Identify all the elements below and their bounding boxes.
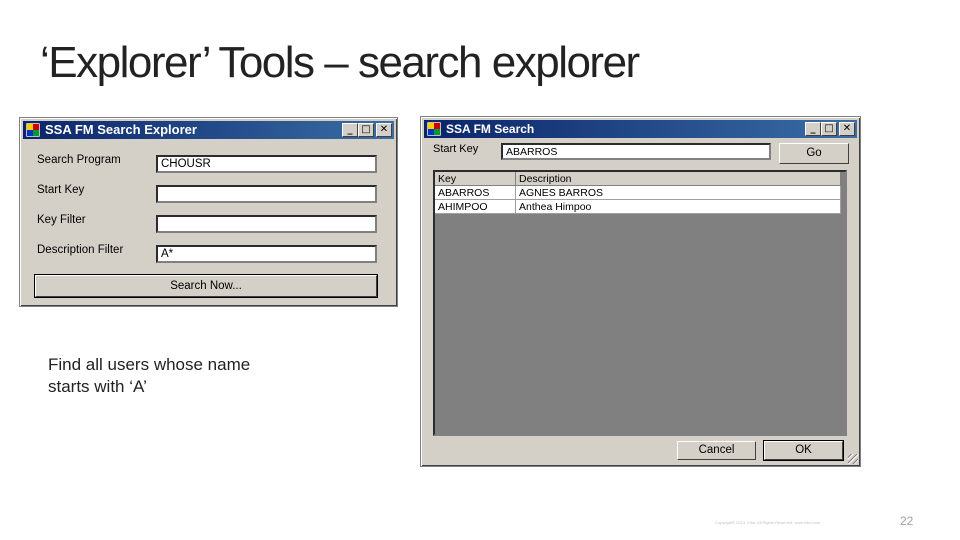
search-now-button[interactable]: Search Now... bbox=[35, 275, 377, 297]
go-button[interactable]: Go bbox=[779, 143, 849, 164]
search-explorer-window: SSA FM Search Explorer _ □ ✕ Search Prog… bbox=[19, 117, 398, 307]
grid-header-row: Key Description bbox=[435, 172, 841, 186]
app-icon bbox=[26, 123, 40, 137]
cell-key: ABARROS bbox=[435, 186, 516, 200]
maximize-button[interactable]: □ bbox=[821, 122, 837, 136]
column-header-description[interactable]: Description bbox=[516, 172, 841, 186]
start-key-label: Start Key bbox=[433, 143, 479, 155]
table-row[interactable]: AHIMPOO Anthea Himpoo bbox=[435, 200, 841, 214]
window-title: SSA FM Search Explorer bbox=[45, 122, 197, 137]
minimize-button[interactable]: _ bbox=[805, 122, 821, 136]
description-filter-input[interactable]: A* bbox=[156, 245, 377, 263]
key-filter-label: Key Filter bbox=[37, 214, 86, 226]
cell-key: AHIMPOO bbox=[435, 200, 516, 214]
results-grid: Key Description ABARROS AGNES BARROS AHI… bbox=[433, 170, 847, 436]
cell-description: AGNES BARROS bbox=[516, 186, 841, 200]
key-filter-input[interactable] bbox=[156, 215, 377, 233]
search-titlebar[interactable]: SSA FM Search _ □ ✕ bbox=[424, 120, 857, 138]
search-explorer-titlebar[interactable]: SSA FM Search Explorer _ □ ✕ bbox=[23, 121, 394, 139]
table-row[interactable]: ABARROS AGNES BARROS bbox=[435, 186, 841, 200]
caption-line-1: Find all users whose name bbox=[48, 355, 251, 374]
search-program-input[interactable]: CHOUSR bbox=[156, 155, 377, 173]
ok-button[interactable]: OK bbox=[764, 441, 843, 460]
maximize-button[interactable]: □ bbox=[358, 123, 374, 137]
search-program-label: Search Program bbox=[37, 154, 121, 166]
start-key-input[interactable] bbox=[156, 185, 377, 203]
close-button[interactable]: ✕ bbox=[839, 122, 855, 136]
page-number: 22 bbox=[900, 514, 914, 528]
column-header-key[interactable]: Key bbox=[435, 172, 516, 186]
window-title: SSA FM Search bbox=[446, 122, 535, 136]
description-filter-label: Description Filter bbox=[37, 244, 124, 256]
minimize-button[interactable]: _ bbox=[342, 123, 358, 137]
close-button[interactable]: ✕ bbox=[376, 123, 392, 137]
start-key-label: Start Key bbox=[37, 184, 85, 196]
start-key-input[interactable]: ABARROS bbox=[501, 143, 771, 160]
slide-caption: Find all users whose name starts with ‘A… bbox=[48, 354, 250, 398]
search-window: SSA FM Search _ □ ✕ Start Key ABARROS Go… bbox=[420, 116, 861, 467]
app-icon bbox=[427, 122, 441, 136]
caption-line-2: starts with ‘A’ bbox=[48, 377, 147, 396]
copyright-notice: Copyright© 2013, Infor. All Rights Reser… bbox=[715, 520, 821, 525]
cancel-button[interactable]: Cancel bbox=[677, 441, 756, 460]
cell-description: Anthea Himpoo bbox=[516, 200, 841, 214]
resize-grip-icon[interactable] bbox=[848, 454, 858, 464]
slide-title: ‘Explorer’ Tools – search explorer bbox=[40, 38, 640, 87]
